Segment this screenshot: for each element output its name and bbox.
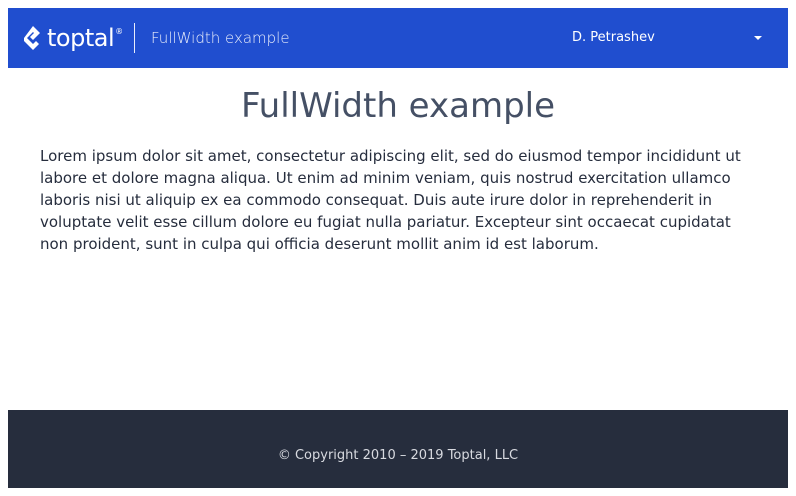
header-divider [134, 23, 135, 53]
body-paragraph: Lorem ipsum dolor sit amet, consectetur … [40, 147, 741, 253]
user-menu-dropdown[interactable]: D. Petrashev [564, 23, 772, 53]
page-title: FullWidth example [240, 86, 556, 126]
caret-down-icon[interactable] [754, 36, 762, 40]
logo-text: toptal [47, 24, 115, 52]
logo-wordmark: toptal® [47, 24, 123, 52]
top-header: toptal® FullWidth example D. Petrashev [8, 8, 788, 68]
toptal-diamond-icon [24, 26, 40, 50]
user-name: D. Petrashev [572, 30, 655, 45]
footer: © Copyright 2010 – 2019 Toptal, LLC [8, 410, 788, 488]
toptal-logo[interactable]: toptal® [23, 22, 123, 54]
logo-registered-mark: ® [115, 27, 123, 36]
header-page-title: FullWidth example [151, 29, 290, 47]
page-frame: toptal® FullWidth example D. Petrashev F… [8, 8, 788, 488]
footer-copyright: © Copyright 2010 – 2019 Toptal, LLC [277, 448, 519, 463]
